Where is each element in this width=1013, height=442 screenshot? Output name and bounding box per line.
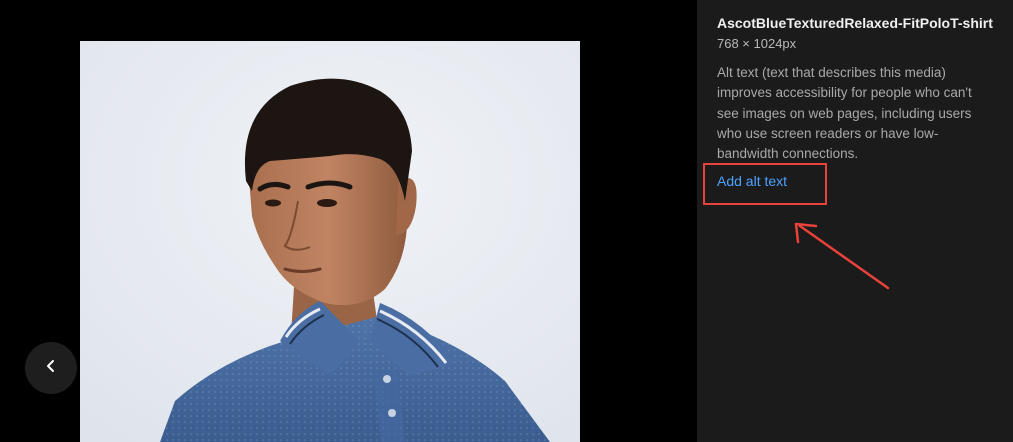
- add-alt-text-link[interactable]: Add alt text: [717, 173, 787, 189]
- media-viewer: [0, 0, 697, 442]
- alt-text-description: Alt text (text that describes this media…: [717, 65, 972, 162]
- media-details-panel: AscotBlueTexturedRelaxed-FitPoloT-shirt …: [697, 0, 1013, 442]
- media-image: [80, 41, 580, 442]
- chevron-left-icon: [44, 359, 58, 378]
- media-dimensions: 768 × 1024px: [717, 36, 797, 51]
- previous-button[interactable]: [25, 342, 77, 394]
- media-title: AscotBlueTexturedRelaxed-FitPoloT-shirt: [717, 15, 993, 31]
